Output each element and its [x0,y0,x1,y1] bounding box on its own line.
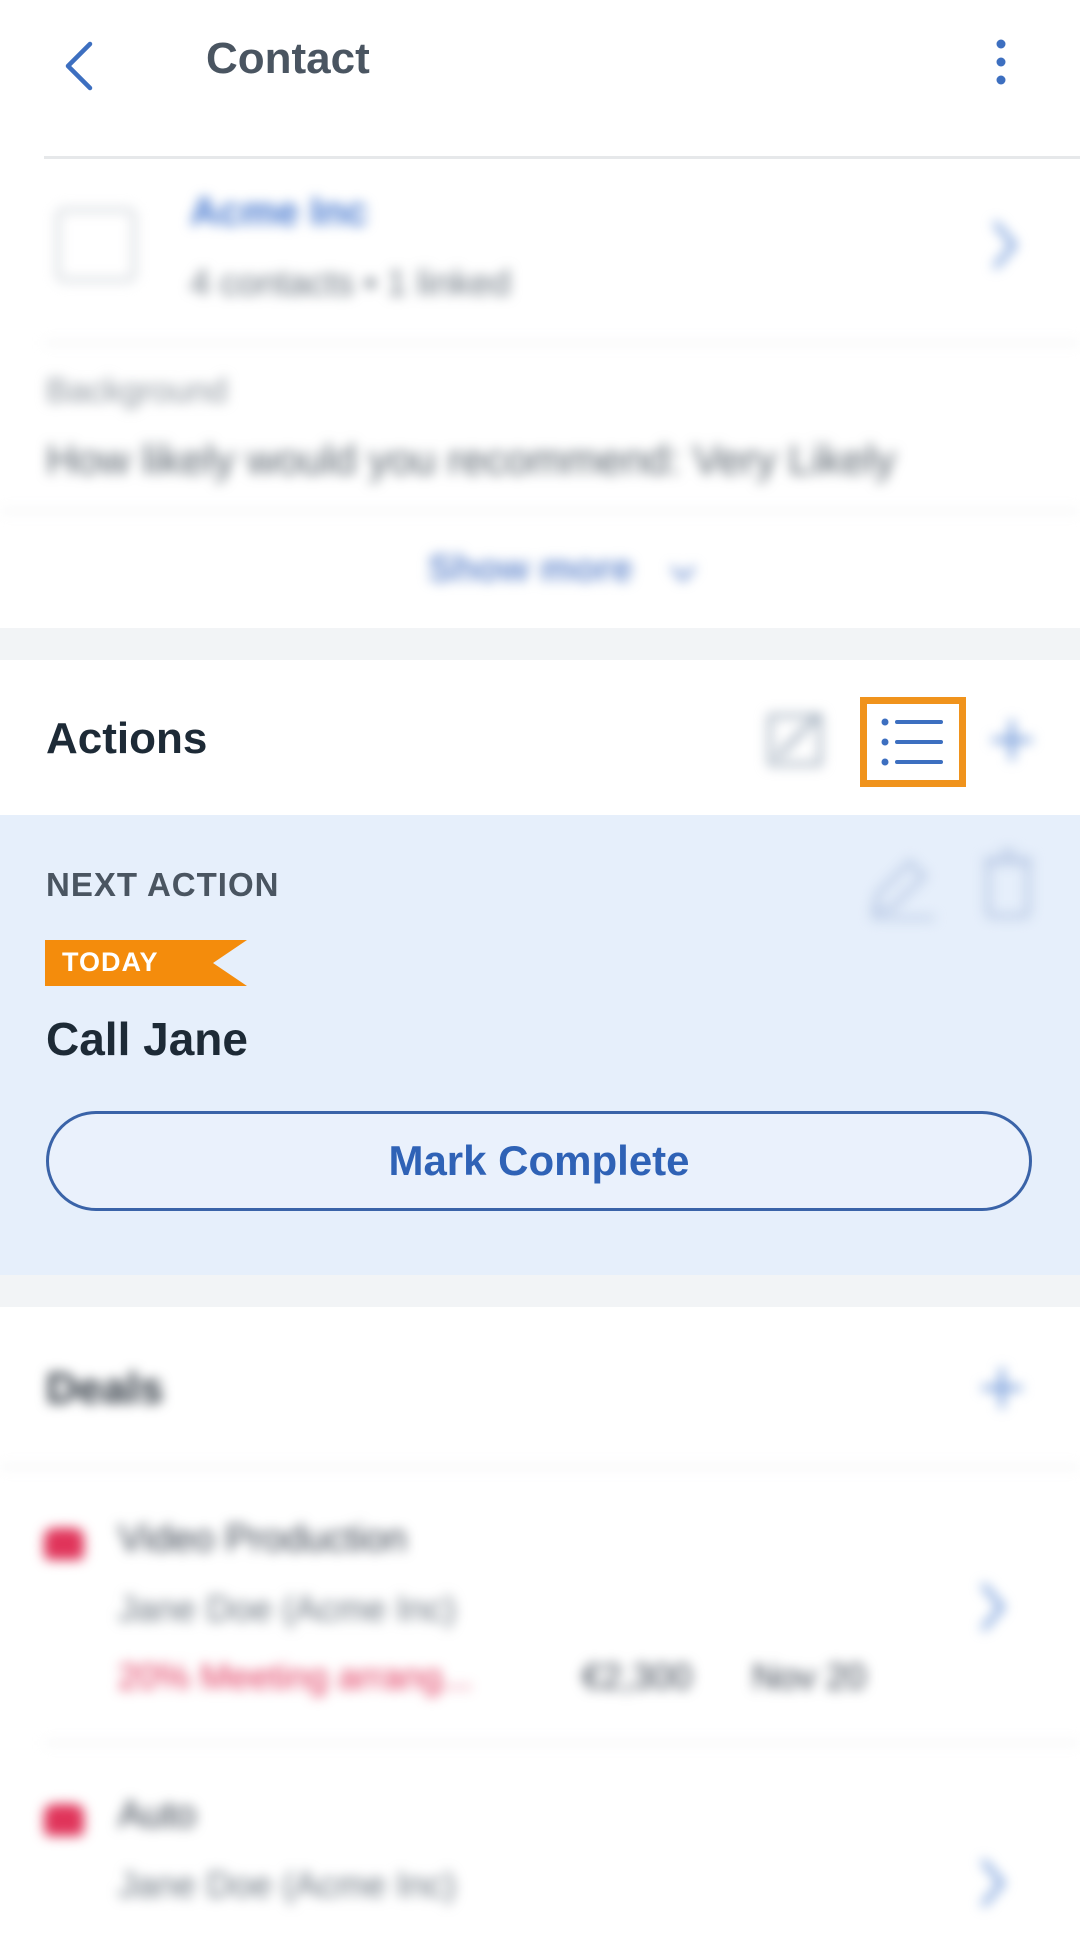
today-badge-label: TODAY [62,947,159,977]
deal-title: Video Production [118,1518,407,1560]
deal-title: Auto [118,1794,197,1836]
company-name: Acme Inc [190,190,368,234]
add-deal-icon[interactable] [980,1366,1024,1410]
chevron-right-icon [993,221,1018,269]
company-row[interactable]: Acme Inc 4 contacts • 1 linked [0,160,1080,340]
section-gap-2 [0,1275,1080,1307]
action-list-button[interactable] [860,697,966,787]
chevron-right-icon [981,1859,1006,1907]
list-icon [881,718,943,766]
page-title: Contact [206,34,370,83]
deal-icon [44,1804,84,1836]
edit-list-icon[interactable] [764,706,834,770]
chevron-right-icon [981,1583,1006,1631]
more-options-icon[interactable] [990,38,1012,88]
deal-item[interactable]: Video Production Jane Doe (Acme Inc) 20%… [0,1470,1080,1740]
edit-action-icon[interactable] [864,850,940,924]
deal-icon [44,1528,84,1560]
next-action-title: Call Jane [46,1013,248,1065]
deal-stage: 20% Meeting arrang... [118,1656,473,1697]
deal-date: Nov 20 [752,1656,867,1697]
show-more-label: Show more [428,548,633,590]
chevron-down-icon [671,566,695,582]
add-action-icon[interactable] [990,718,1034,762]
company-divider [44,342,1080,344]
delete-action-icon[interactable] [982,848,1034,920]
deals-title: Deals [46,1364,164,1413]
deal-divider [44,1742,1080,1744]
deal-item[interactable]: Auto Jane Doe (Acme Inc) [0,1746,1080,1940]
show-more-button[interactable]: Show more [400,530,730,620]
next-action-label: NEXT ACTION [46,866,280,903]
app-header: Contact [0,0,1080,158]
deal-value: €2,300 [582,1656,693,1697]
deal-contact: Jane Doe (Acme Inc) [118,1864,457,1905]
actions-title: Actions [46,714,208,763]
deal-contact: Jane Doe (Acme Inc) [118,1588,457,1629]
deals-divider [0,1466,1080,1468]
building-icon [56,208,136,282]
company-subtitle: 4 contacts • 1 linked [190,262,511,303]
section-gap [0,628,1080,660]
header-divider [44,156,1080,159]
background-value: How likely would you recommend: Very Lik… [46,436,896,483]
background-label: Background [46,372,228,410]
background-divider [0,510,1080,512]
back-arrow-icon[interactable] [62,40,96,92]
mark-complete-button[interactable]: Mark Complete [46,1111,1032,1211]
